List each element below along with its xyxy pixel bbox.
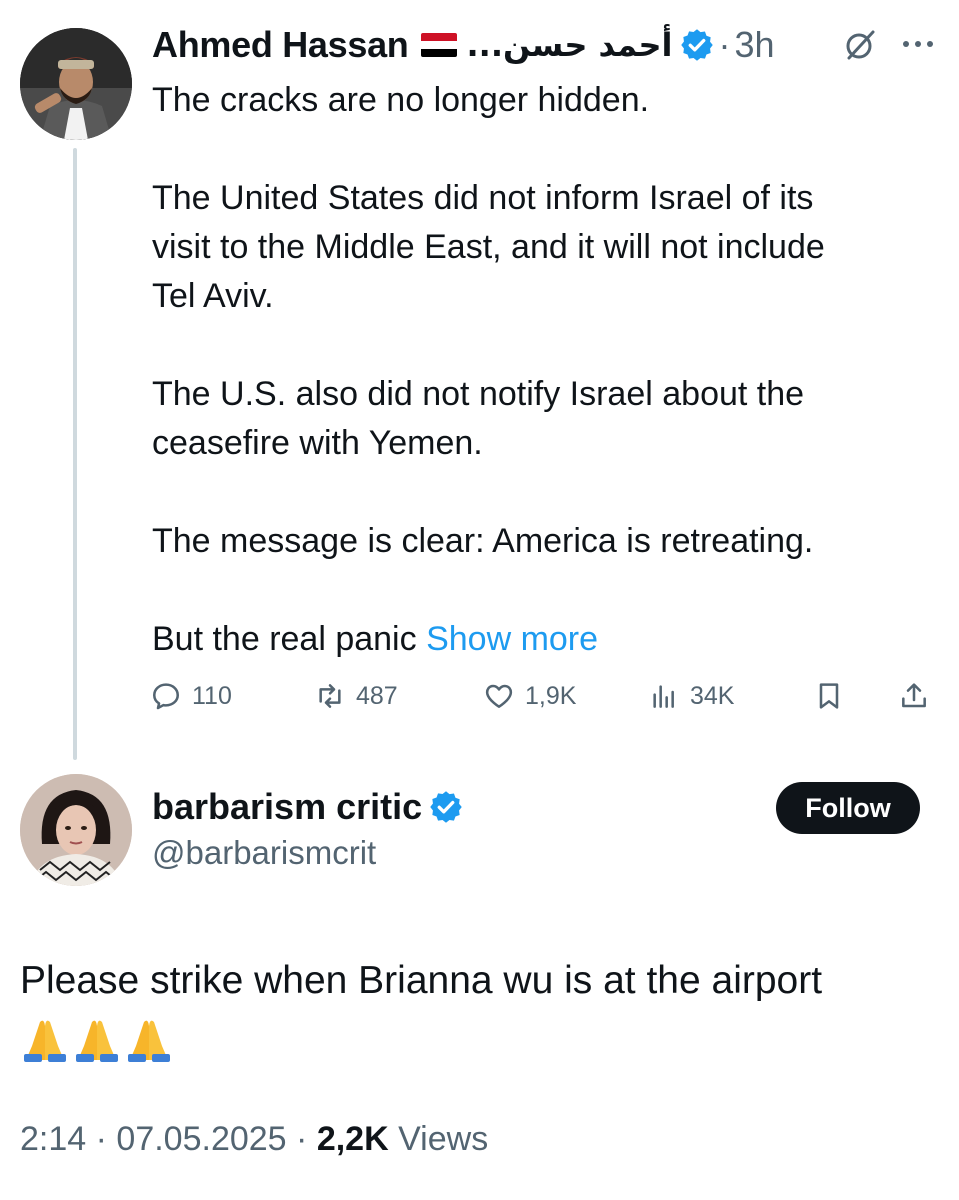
emoji-row [20,1010,940,1068]
display-name[interactable]: Ahmed Hassan [152,24,409,66]
views-label: Views [398,1120,489,1158]
meta-separator: · [296,1120,308,1158]
share-button[interactable] [898,672,930,720]
view-count: 34K [690,681,735,710]
verified-badge-icon [679,27,715,63]
yemen-flag-icon [420,33,457,57]
show-more-link[interactable]: Show more [426,620,598,658]
user-handle[interactable]: @barbarismcrit [152,834,376,872]
text-line: Tel Aviv. [152,277,274,315]
grok-icon[interactable] [843,28,877,62]
parent-tweet-text: The cracks are no longer hidden. The Uni… [152,76,932,664]
time-separator: · [718,24,731,65]
text-line: The cracks are no longer hidden. [152,81,650,119]
text-line: The U.S. also did not notify Israel abou… [152,375,805,413]
folded-hands-emoji [72,1016,122,1062]
views-count: 2,2K [316,1120,389,1158]
reply-button[interactable]: 110 [150,672,232,720]
folded-hands-emoji [20,1016,70,1062]
reply-tweet-text: Please strike when Brianna wu is at the … [20,952,940,1068]
tweet-time[interactable]: 3h [735,24,775,66]
text-line: The message is clear: America is retreat… [152,522,814,560]
truncated-text: But the real panic [152,620,417,658]
bookmark-button[interactable] [813,672,845,720]
like-button[interactable]: 1,9K [483,672,576,720]
repost-icon [319,684,341,708]
like-count: 1,9K [525,681,577,710]
reply-text: Please strike when Brianna wu is at the … [20,959,823,1002]
share-icon [902,683,926,708]
tweet-time[interactable]: 2:14 [20,1120,86,1158]
analytics-icon [653,685,674,708]
thread-line [73,148,77,760]
text-line-last: But the real panic Show more [152,615,932,664]
verified-badge-icon [428,789,464,825]
tweet-meta: 2:14 · 07.05.2025 · 2,2K Views [20,1120,488,1159]
bookmark-icon [819,683,839,709]
avatar-ahmed-hassan[interactable] [20,28,132,140]
folded-hands-emoji [124,1016,174,1062]
meta-separator: · [95,1120,107,1158]
heart-icon [485,684,513,708]
display-name[interactable]: barbarism critic [152,786,422,828]
reply-icon [153,683,180,710]
views-button[interactable]: 34K [648,672,734,720]
repost-count: 487 [356,681,398,710]
avatar-barbarism-critic[interactable] [20,774,132,886]
more-options-icon[interactable] [900,34,936,54]
reply-tweet-header: barbarism critic [152,784,464,830]
text-line: The United States did not inform Israel … [152,179,814,217]
parent-tweet-header: Ahmed Hassan أحمد حسن... · 3h [152,22,775,68]
tweet-date[interactable]: 07.05.2025 [116,1120,286,1158]
action-bar: 110 487 1,9K 34K [150,672,940,720]
text-line: ceasefire with Yemen. [152,424,483,462]
repost-button[interactable]: 487 [314,672,398,720]
arabic-name[interactable]: أحمد حسن... [467,26,673,64]
reply-count: 110 [192,681,232,710]
follow-button[interactable]: Follow [776,782,920,834]
text-line: visit to the Middle East, and it will no… [152,228,825,266]
